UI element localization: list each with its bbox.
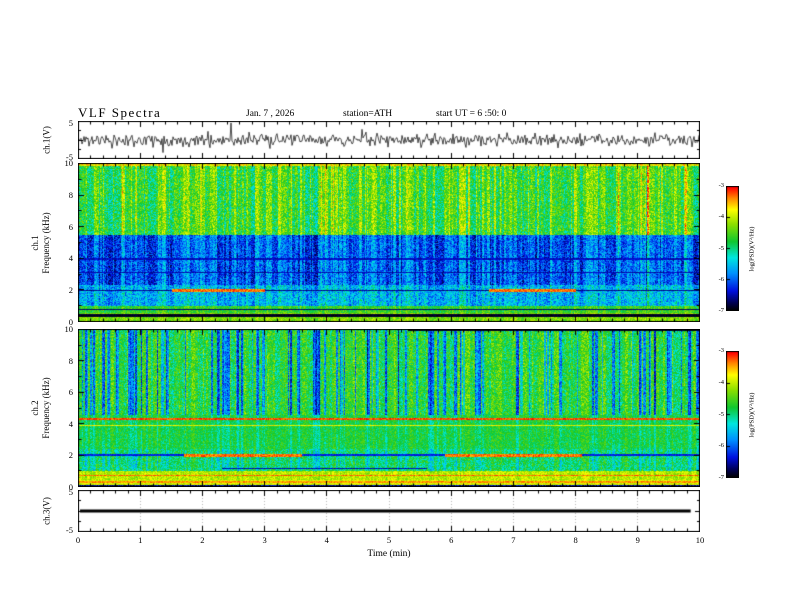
x-tick-label: 2	[200, 535, 205, 545]
ch1-voltage-axis-label: ch.1(V)	[41, 126, 52, 154]
x-tick-label: 7	[511, 535, 516, 545]
ch2-spec-ytick-label: 2	[68, 450, 73, 461]
ch2-colorbar-tick-label: -7	[718, 473, 724, 481]
ch3-voltage-axis-label: ch.3(V)	[41, 497, 52, 525]
ch2-colorbar-tick-label: -5	[718, 410, 724, 418]
ch1-spec-ytick-label: 4	[68, 253, 73, 264]
ch1-wave-ytick-label: 5	[68, 117, 73, 128]
x-tick-label: 1	[138, 535, 143, 545]
x-tick-label: 4	[324, 535, 329, 545]
ch3-wave-ytick-label: -5	[65, 524, 73, 535]
ch2-colorbar-tick-label: -6	[718, 442, 724, 449]
ch2-spec-ytick-label: 4	[68, 418, 73, 429]
ch1-spec-ytick-label: 6	[68, 221, 73, 232]
ch1-colorbar-tick-label: -3	[718, 181, 724, 189]
x-tick-label: 3	[262, 535, 267, 545]
x-tick-label: 6	[449, 535, 454, 545]
header-date: Jan. 7 , 2026	[246, 109, 295, 119]
x-tick-label: 8	[573, 535, 578, 545]
ch1-colorbar	[726, 186, 739, 311]
ch3-waveform-panel	[78, 490, 700, 532]
ch2-colorbar-tick-label: -4	[718, 378, 724, 386]
ch1-colorbar-tick-label: -5	[718, 244, 724, 252]
ch1-colorbar-tick-label: -7	[718, 306, 724, 314]
x-tick-label: 9	[635, 535, 640, 545]
ch2-colorbar-label: log(PSD)(V²/Hz)	[748, 392, 756, 437]
x-tick-label: 10	[695, 535, 705, 545]
ch2-frequency-axis-label: ch.2 Frequency (kHz)	[30, 377, 53, 438]
ch2-spec-ytick-label: 10	[64, 323, 74, 334]
ch1-colorbar-label: log(PSD)(V²/Hz)	[748, 226, 756, 271]
ch2-spectrogram-panel	[78, 329, 700, 487]
ch2-colorbar-tick-label: -3	[718, 346, 724, 354]
ch2-frequency-axis-label-line2: Frequency (kHz)	[41, 377, 51, 439]
ch1-waveform-panel	[78, 121, 700, 159]
x-tick-label: 5	[386, 535, 392, 545]
ch2-colorbar	[726, 351, 739, 478]
ch2-spec-ytick-label: 8	[68, 355, 73, 366]
ch1-spectrogram-panel	[78, 163, 700, 322]
ch1-colorbar-tick-label: -6	[718, 275, 724, 283]
ch3-wave-ytick-label: 5	[68, 486, 73, 497]
x-tick-label: 0	[75, 535, 81, 545]
header-start-ut: start UT = 6 :50: 0	[436, 109, 507, 119]
ch1-spec-ytick-label: 2	[68, 284, 73, 295]
ch1-frequency-axis-label-line1: ch.1	[29, 234, 40, 251]
ch1-frequency-axis-label-line2: Frequency (kHz)	[41, 211, 51, 274]
ch2-frequency-axis-label-line1: ch.2	[29, 400, 40, 416]
ch2-spec-ytick-label: 6	[68, 386, 73, 397]
ch1-frequency-axis-label: ch.1 Frequency (kHz)	[30, 212, 53, 273]
figure-title: VLF Spectra	[78, 105, 162, 120]
ch1-spec-ytick-label: 10	[64, 157, 74, 168]
vlf-spectra-figure: VLF Spectra Jan. 7 , 2026 station=ATH st…	[0, 0, 792, 612]
time-axis-label: Time (min)	[367, 549, 411, 559]
ch1-colorbar-tick-label: -4	[718, 213, 724, 220]
ch1-spec-ytick-label: 8	[68, 189, 73, 200]
header-station: station=ATH	[343, 109, 393, 119]
